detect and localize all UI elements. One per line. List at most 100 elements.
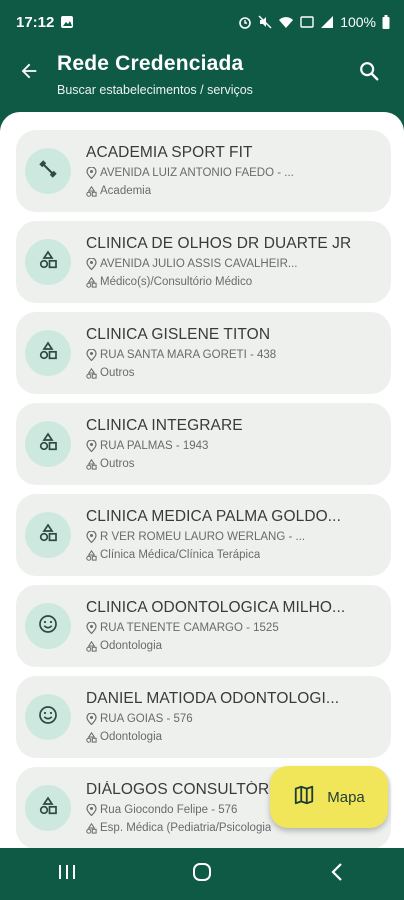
- mute-icon: [258, 15, 272, 29]
- status-left: 17:12: [16, 14, 74, 31]
- item-address: RUA GOIAS - 576: [100, 713, 193, 725]
- item-address-row: RUA SANTA MARA GORETI - 438: [86, 349, 331, 361]
- item-address-row: R VER ROMEU LAURO WERLANG - ...: [86, 531, 331, 543]
- page-title: Rede Credenciada: [57, 52, 244, 75]
- category-icon: [86, 185, 97, 197]
- status-right: 100%: [238, 14, 390, 30]
- item-address-row: AVENIDA LUIZ ANTONIO FAEDO - ...: [86, 167, 331, 179]
- item-category-row: Outros: [86, 458, 331, 470]
- item-address: RUA SANTA MARA GORETI - 438: [100, 349, 277, 361]
- location-pin-icon: [86, 167, 97, 179]
- arrow-back-icon: [18, 60, 40, 87]
- item-category-row: Outros: [86, 367, 331, 379]
- app-bar: Rede Credenciada Buscar estabelecimentos…: [0, 44, 404, 110]
- item-name: CLINICA MEDICA PALMA GOLDO...: [86, 508, 341, 525]
- location-pin-icon: [86, 349, 97, 361]
- item-address: R VER ROMEU LAURO WERLANG - ...: [100, 531, 306, 543]
- dumbbell-icon: [38, 159, 58, 184]
- avatar: [25, 239, 71, 285]
- recent-apps-icon: [57, 863, 77, 886]
- list-item[interactable]: ACADEMIA SPORT FIT AVENIDA LUIZ ANTONIO …: [16, 130, 391, 212]
- item-category: Outros: [100, 458, 135, 470]
- item-category: Academia: [100, 185, 152, 197]
- list-item[interactable]: DANIEL MATIODA ODONTOLOGI... RUA GOIAS -…: [16, 676, 391, 758]
- gallery-notification-icon: [60, 15, 74, 29]
- battery-level: 100%: [340, 14, 376, 30]
- avatar: [25, 148, 71, 194]
- category-icon: [86, 367, 97, 379]
- location-pin-icon: [86, 804, 97, 816]
- list-item[interactable]: CLINICA INTEGRARE RUA PALMAS - 1943 Outr…: [16, 403, 391, 485]
- item-name: DANIEL MATIODA ODONTOLOGI...: [86, 690, 340, 707]
- back-nav-button[interactable]: [307, 854, 367, 894]
- item-address: Rua Giocondo Felipe - 576: [100, 804, 238, 816]
- item-name: CLINICA GISLENE TITON: [86, 326, 271, 343]
- chevron-left-icon: [330, 862, 344, 887]
- item-category-row: Clínica Médica/Clínica Terápica: [86, 549, 331, 561]
- avatar: [25, 785, 71, 831]
- page-subtitle: Buscar estabelecimentos / serviços: [57, 83, 253, 97]
- list-item[interactable]: CLINICA GISLENE TITON RUA SANTA MARA GOR…: [16, 312, 391, 394]
- recent-apps-button[interactable]: [37, 854, 97, 894]
- item-address: AVENIDA JULIO ASSIS CAVALHEIR...: [100, 258, 298, 270]
- list-item[interactable]: CLINICA DE OLHOS DR DUARTE JR AVENIDA JU…: [16, 221, 391, 303]
- item-address-row: RUA PALMAS - 1943: [86, 440, 331, 452]
- shapes-icon: [38, 431, 58, 457]
- location-pin-icon: [86, 531, 97, 543]
- system-nav-bar: [0, 848, 404, 900]
- home-icon: [192, 862, 212, 887]
- item-address: RUA TENENTE CAMARGO - 1525: [100, 622, 279, 634]
- signal-icon: [320, 15, 334, 29]
- location-pin-icon: [86, 622, 97, 634]
- category-icon: [86, 822, 97, 834]
- item-category: Médico(s)/Consultório Médico: [100, 276, 253, 288]
- item-address-row: RUA GOIAS - 576: [86, 713, 331, 725]
- data-icon: [300, 15, 314, 29]
- item-address-row: AVENIDA JULIO ASSIS CAVALHEIR...: [86, 258, 331, 270]
- category-icon: [86, 640, 97, 652]
- location-pin-icon: [86, 258, 97, 270]
- status-time: 17:12: [16, 13, 55, 31]
- avatar: [25, 512, 71, 558]
- home-button[interactable]: [172, 854, 232, 894]
- avatar: [25, 603, 71, 649]
- list-item[interactable]: CLINICA MEDICA PALMA GOLDO... R VER ROME…: [16, 494, 391, 576]
- alarm-icon: [238, 15, 252, 29]
- item-category: Clínica Médica/Clínica Terápica: [100, 549, 261, 561]
- wifi-icon: [278, 15, 294, 29]
- smiley-icon: [38, 614, 58, 639]
- location-pin-icon: [86, 713, 97, 725]
- item-category-row: Médico(s)/Consultório Médico: [86, 276, 331, 288]
- category-icon: [86, 458, 97, 470]
- item-name: ACADEMIA SPORT FIT: [86, 144, 253, 161]
- map-button-label: Mapa: [327, 788, 365, 806]
- smiley-icon: [38, 705, 58, 730]
- item-address: AVENIDA LUIZ ANTONIO FAEDO - ...: [100, 167, 294, 179]
- item-category: Outros: [100, 367, 135, 379]
- item-name: CLINICA DE OLHOS DR DUARTE JR: [86, 235, 352, 252]
- list-item[interactable]: CLINICA ODONTOLOGICA MILHO... RUA TENENT…: [16, 585, 391, 667]
- category-icon: [86, 276, 97, 288]
- map-icon: [293, 784, 315, 810]
- item-category-row: Odontologia: [86, 640, 331, 652]
- search-icon: [358, 60, 380, 87]
- search-button[interactable]: [354, 58, 384, 88]
- item-address: RUA PALMAS - 1943: [100, 440, 209, 452]
- item-name: CLINICA INTEGRARE: [86, 417, 243, 434]
- avatar: [25, 694, 71, 740]
- avatar: [25, 421, 71, 467]
- item-category: Esp. Médica (Pediatria/Psicologia: [100, 822, 272, 834]
- item-category: Odontologia: [100, 731, 163, 743]
- back-button[interactable]: [14, 58, 44, 88]
- shapes-icon: [38, 795, 58, 821]
- item-address-row: RUA TENENTE CAMARGO - 1525: [86, 622, 331, 634]
- item-category-row: Odontologia: [86, 731, 331, 743]
- map-button[interactable]: Mapa: [270, 766, 388, 828]
- avatar: [25, 330, 71, 376]
- item-name: CLINICA ODONTOLOGICA MILHO...: [86, 599, 346, 616]
- category-icon: [86, 549, 97, 561]
- shapes-icon: [38, 522, 58, 548]
- location-pin-icon: [86, 440, 97, 452]
- category-icon: [86, 731, 97, 743]
- shapes-icon: [38, 249, 58, 275]
